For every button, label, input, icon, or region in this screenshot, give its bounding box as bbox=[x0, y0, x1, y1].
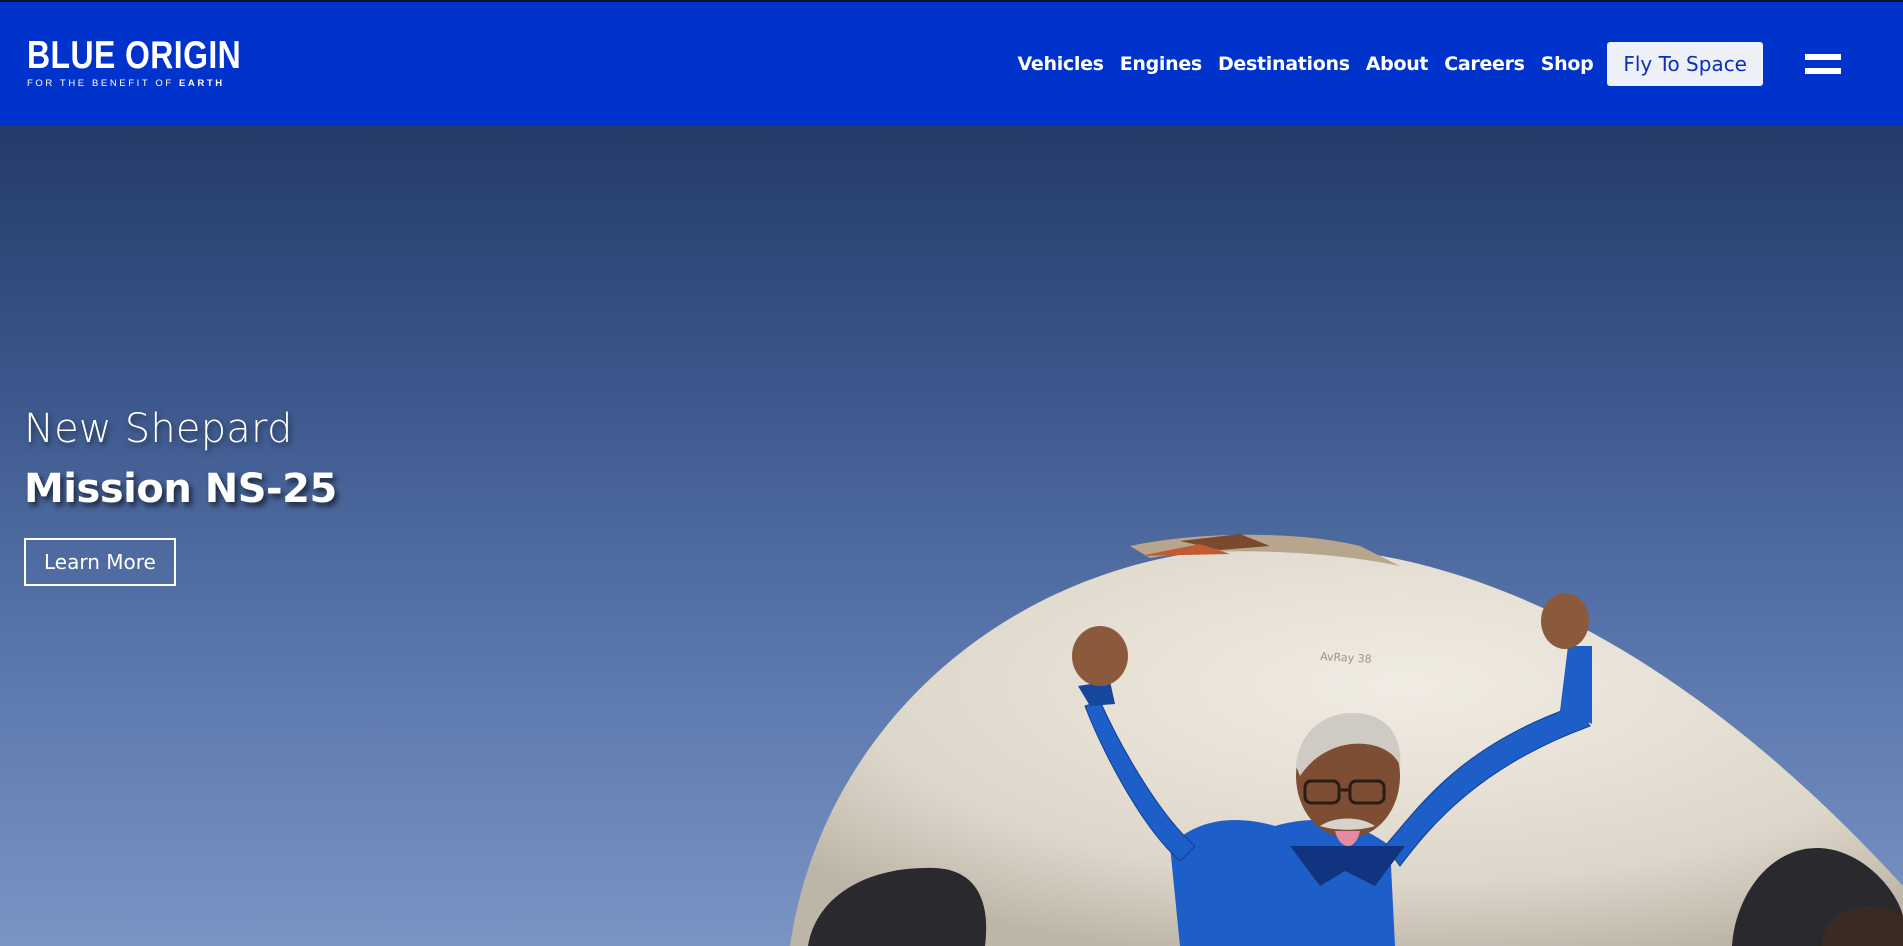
astronaut-left-fist bbox=[1072, 626, 1128, 686]
astronaut-torso bbox=[1170, 820, 1395, 946]
hamburger-bar bbox=[1805, 68, 1841, 74]
capsule-marking: AvRay 38 bbox=[1320, 650, 1372, 666]
learn-more-button[interactable]: Learn More bbox=[24, 538, 176, 586]
nav-item-careers[interactable]: Careers bbox=[1444, 53, 1525, 75]
hero-section: AvRay 38 New Shepard Mission NS-25 Learn… bbox=[0, 126, 1903, 946]
hero-title: Mission NS-25 bbox=[24, 466, 337, 512]
site-header: BLUE ORIGIN FOR THE BENEFIT OF EARTH Veh… bbox=[0, 2, 1903, 126]
nav-item-engines[interactable]: Engines bbox=[1120, 53, 1203, 75]
nav-item-shop[interactable]: Shop bbox=[1541, 53, 1594, 75]
page: BLUE ORIGIN FOR THE BENEFIT OF EARTH Veh… bbox=[0, 0, 1903, 946]
tagline-prefix: FOR THE BENEFIT OF bbox=[27, 78, 179, 89]
tagline-emphasis: EARTH bbox=[178, 78, 225, 89]
brand-name: BLUE ORIGIN bbox=[27, 34, 242, 77]
astronaut-right-fist bbox=[1541, 593, 1589, 649]
hero-subtitle: New Shepard bbox=[24, 406, 293, 452]
nav-item-vehicles[interactable]: Vehicles bbox=[1018, 53, 1104, 75]
hero-content: New Shepard Mission NS-25 Learn More bbox=[24, 406, 337, 586]
hamburger-menu-icon[interactable] bbox=[1805, 54, 1841, 74]
brand-tagline: FOR THE BENEFIT OF EARTH bbox=[27, 78, 288, 89]
brand-logo[interactable]: BLUE ORIGIN FOR THE BENEFIT OF EARTH bbox=[27, 34, 288, 90]
main-nav: Vehicles Engines Destinations About Care… bbox=[1018, 2, 1903, 126]
fly-to-space-button[interactable]: Fly To Space bbox=[1607, 42, 1763, 86]
nav-item-destinations[interactable]: Destinations bbox=[1218, 53, 1350, 75]
nav-item-about[interactable]: About bbox=[1366, 53, 1429, 75]
hamburger-bar bbox=[1805, 54, 1841, 60]
